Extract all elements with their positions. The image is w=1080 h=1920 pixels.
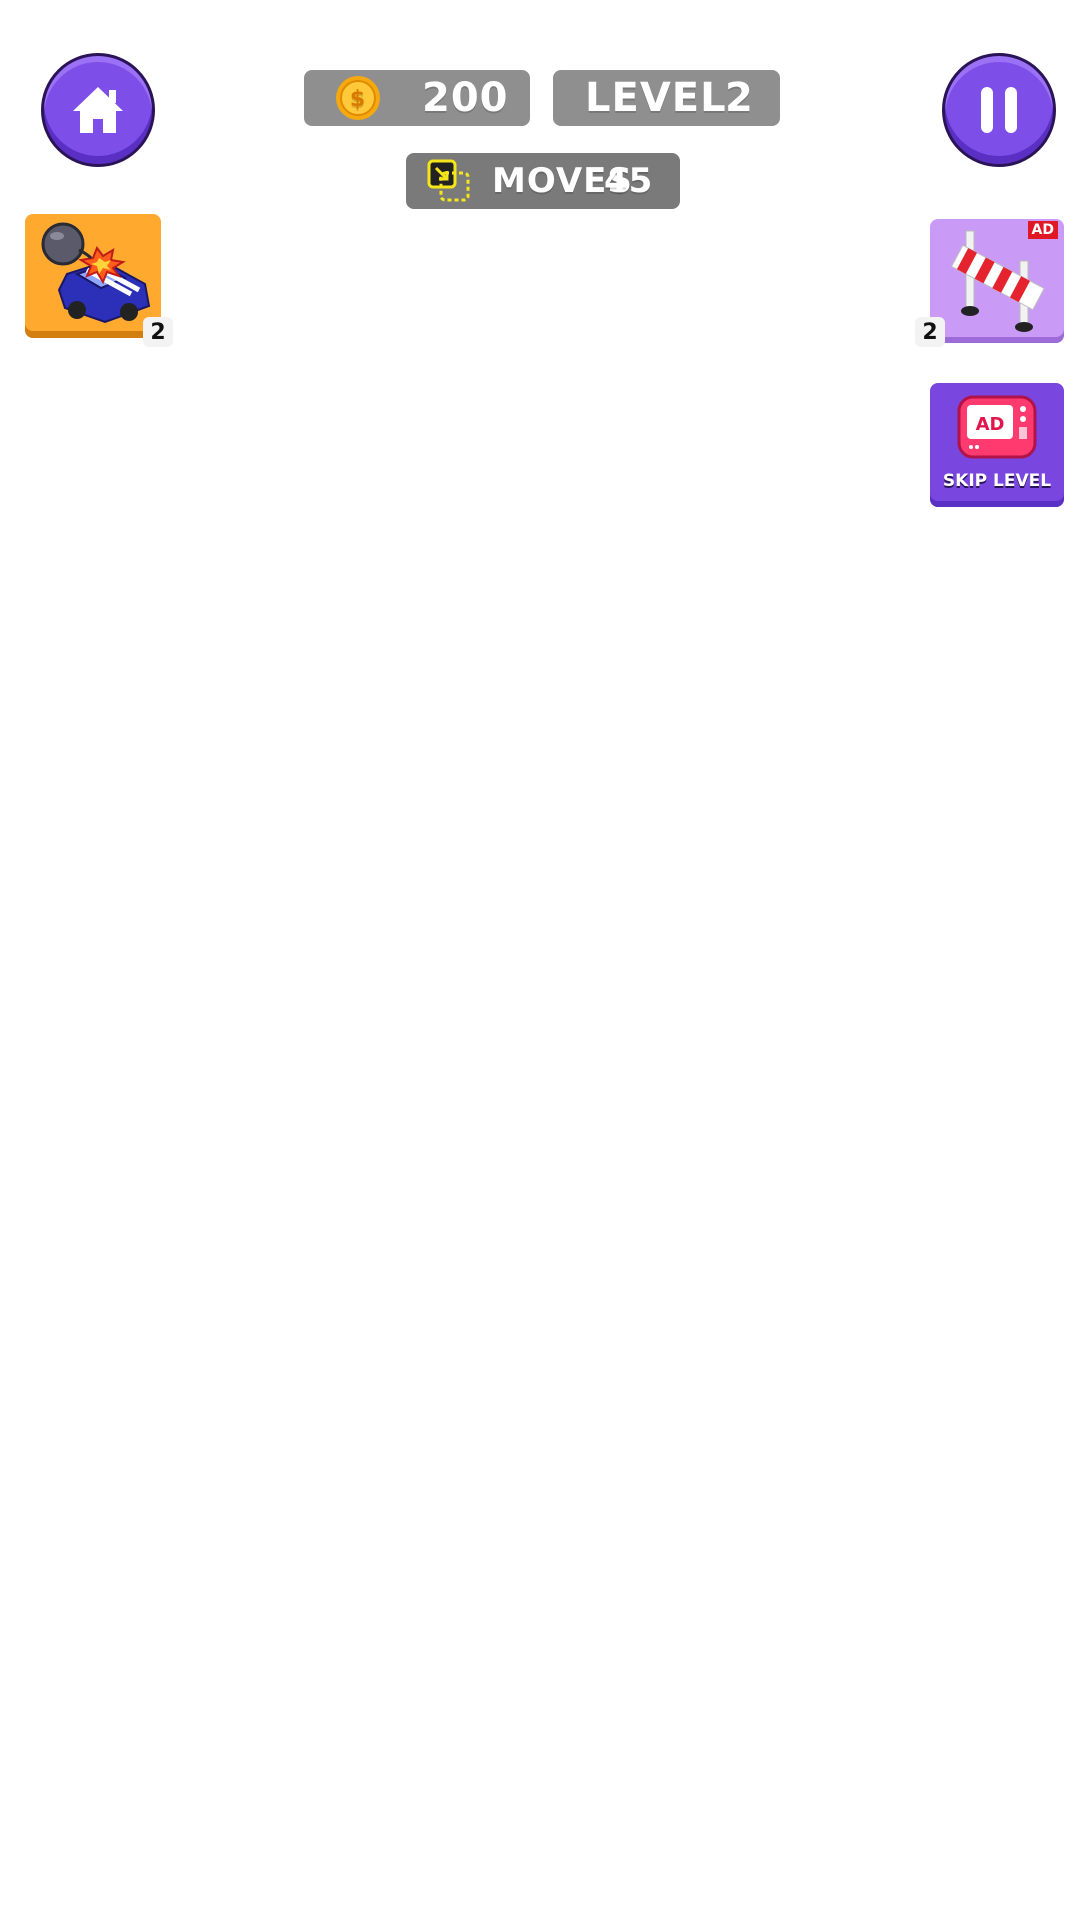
home-button[interactable] (41, 53, 155, 167)
barrier-powerup-button[interactable]: AD (930, 219, 1064, 343)
barrier-count-badge: 2 (915, 317, 945, 347)
level-display: LEVEL 2 (553, 70, 780, 126)
coins-display: $ 200 (304, 70, 530, 126)
svg-text:$: $ (350, 87, 366, 112)
coin-count: 200 (422, 75, 509, 121)
coin-icon: $ (336, 76, 380, 120)
pause-button[interactable] (942, 53, 1056, 167)
tv-ad-text: AD (976, 414, 1005, 435)
tv-ad-icon: AD (957, 395, 1037, 459)
level-label: LEVEL (585, 75, 727, 121)
bomb-car-icon (41, 222, 151, 324)
moves-count: 45 (604, 161, 654, 201)
pause-icon (981, 87, 1017, 133)
skip-level-button[interactable]: AD SKIP LEVEL (930, 383, 1064, 507)
moves-icon (427, 159, 470, 202)
level-number: 2 (725, 75, 754, 121)
barrier-ad-tag: AD (1027, 221, 1058, 239)
home-icon (73, 87, 123, 133)
skip-level-label: SKIP LEVEL (942, 471, 1052, 491)
moves-display: MOVES 45 (406, 153, 680, 209)
bomb-count-badge: 2 (143, 317, 173, 347)
bomb-powerup-button[interactable] (25, 214, 161, 338)
